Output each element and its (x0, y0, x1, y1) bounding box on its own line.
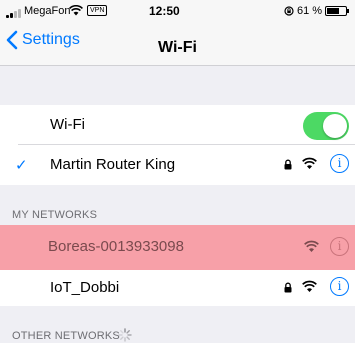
vpn-badge: VPN (87, 5, 108, 16)
wifi-toggle-switch[interactable] (303, 112, 349, 140)
section-header-my-networks: MY NETWORKS (12, 209, 98, 221)
checkmark-icon: ✓ (15, 157, 28, 174)
status-right: 61 % (284, 5, 350, 17)
page-title: Wi-Fi (158, 39, 197, 56)
wifi-status-icon (69, 5, 83, 16)
battery-icon (325, 6, 350, 16)
wifi-toggle-label: Wi-Fi (50, 116, 85, 133)
network-name: IoT_Dobbi (50, 279, 120, 296)
battery-percent: 61 % (297, 5, 323, 17)
section-header-other-networks: OTHER NETWORKS (12, 330, 120, 342)
network-name: Boreas-0013933098 (48, 238, 184, 255)
info-button[interactable]: i (330, 277, 349, 296)
wifi-toggle-row: Wi-Fi (0, 105, 355, 145)
info-button[interactable]: i (330, 237, 349, 256)
rotation-lock-icon (284, 6, 294, 16)
carrier-name: MegaFon (24, 5, 71, 17)
info-button[interactable]: i (330, 154, 349, 173)
signal-strength-icon (6, 7, 26, 18)
wifi-signal-icon (302, 157, 317, 169)
navigation-bar: Settings Wi-Fi (0, 24, 355, 66)
highlighted-network-row[interactable]: Boreas-0013933098 i (0, 225, 355, 270)
network-row-iot-dobbi[interactable]: IoT_Dobbi i (0, 270, 355, 306)
lock-icon (284, 282, 292, 293)
network-name: Martin Router King (50, 156, 176, 173)
connected-network-row[interactable]: ✓ Martin Router King i (0, 145, 355, 185)
clock: 12:50 (149, 4, 180, 18)
loading-spinner-icon (118, 328, 132, 342)
lock-icon (284, 159, 292, 170)
status-bar: MegaFon VPN 12:50 61 % (0, 0, 355, 24)
wifi-signal-icon (302, 280, 317, 292)
wifi-signal-icon (304, 240, 319, 252)
